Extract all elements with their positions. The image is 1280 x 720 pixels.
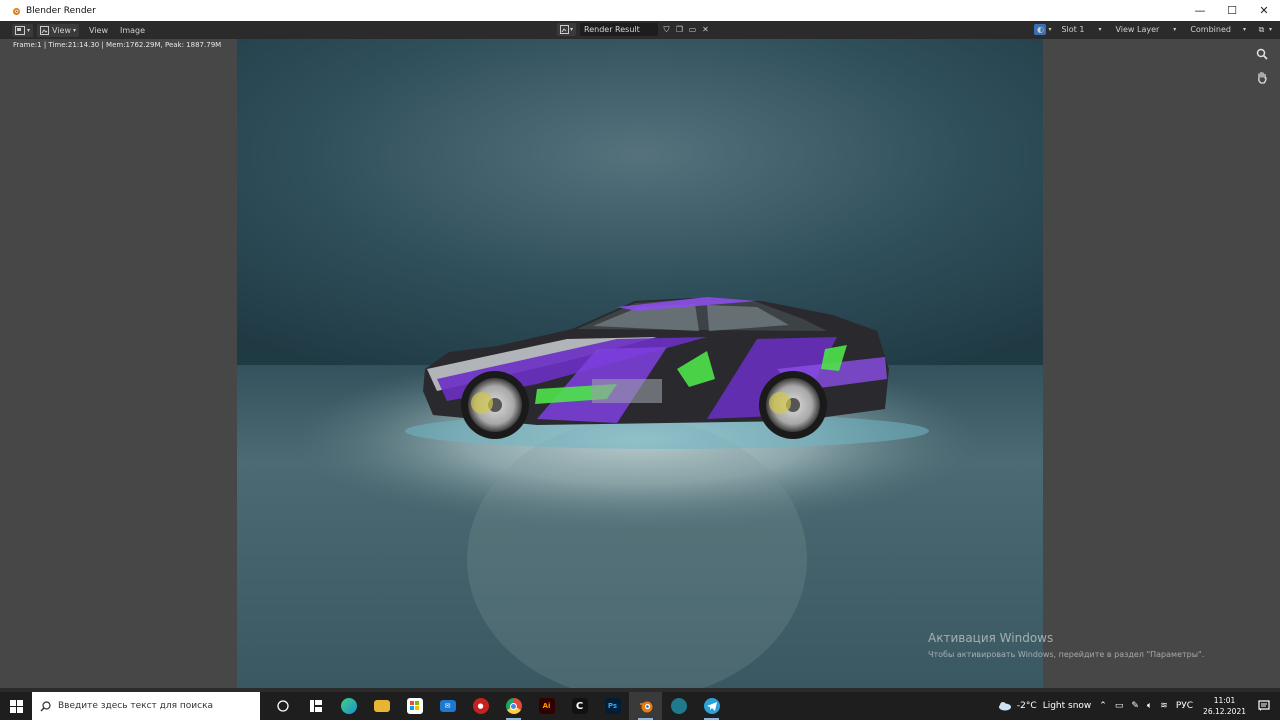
- windows-taskbar: Введите здесь текст для поиска ✉ ● Ai C …: [0, 692, 1280, 720]
- image-browse-icon: [560, 25, 569, 34]
- chevron-down-icon: ▾: [1268, 26, 1272, 33]
- widgets-icon: [309, 700, 322, 712]
- taskbar-app-widgets[interactable]: [299, 692, 332, 720]
- windows-activation-watermark: Активация Windows Чтобы активировать Win…: [928, 631, 1204, 659]
- windows-logo-icon: [9, 699, 23, 713]
- taskbar-app-red[interactable]: ●: [464, 692, 497, 720]
- view-mode-label: View: [52, 25, 71, 35]
- wifi-icon[interactable]: ≋: [1160, 701, 1168, 711]
- capcut-icon: C: [571, 698, 588, 714]
- pan-hand-icon[interactable]: [1254, 69, 1270, 85]
- activation-subtitle: Чтобы активировать Windows, перейдите в …: [928, 650, 1205, 659]
- system-tray: -2°C Light snow ⌃ ▭ ✎ 🔈︎ ≋ РУС 11:01 26.…: [994, 692, 1280, 720]
- notifications-icon[interactable]: [1258, 700, 1270, 712]
- taskbar-app-illustrator[interactable]: Ai: [530, 692, 563, 720]
- photoshop-icon: Ps: [604, 698, 621, 714]
- view-mode-dropdown[interactable]: View ▾: [37, 23, 80, 37]
- display-channels-icon[interactable]: ◐: [1034, 24, 1047, 35]
- taskbar-app-store[interactable]: [398, 692, 431, 720]
- taskbar-app-blender[interactable]: [629, 692, 662, 720]
- start-button[interactable]: [0, 692, 32, 720]
- weather-condition: Light snow: [1042, 701, 1092, 711]
- weather-widget[interactable]: -2°C Light snow: [998, 701, 1091, 711]
- search-icon: [32, 700, 58, 712]
- menu-view[interactable]: View: [89, 26, 108, 35]
- slot-label: Slot 1: [1061, 25, 1085, 34]
- taskbar-search-box[interactable]: Введите здесь текст для поиска: [32, 692, 260, 720]
- language-indicator[interactable]: РУС: [1176, 701, 1193, 711]
- new-image-icon[interactable]: ❐: [674, 24, 685, 35]
- chevron-down-icon: ▾: [27, 26, 31, 34]
- image-editor-header: ▾ View ▾ View Image ▾ Render Result ⛉ ❐ …: [0, 21, 1280, 39]
- task-view-icon: [276, 700, 289, 712]
- blender-icon: [639, 701, 652, 713]
- window-title: Blender Render: [26, 5, 96, 16]
- close-button[interactable]: ✕: [1248, 0, 1280, 21]
- mail-icon: ✉: [439, 700, 456, 712]
- taskbar-app-teal[interactable]: [662, 692, 695, 720]
- taskbar-clock[interactable]: 11:01 26.12.2021: [1203, 695, 1246, 717]
- chevron-down-icon: ▾: [1173, 26, 1177, 33]
- folder-icon: [373, 700, 390, 712]
- blender-logo-icon: [13, 7, 20, 15]
- menu-image[interactable]: Image: [120, 26, 145, 35]
- unlink-close-icon[interactable]: ✕: [700, 24, 711, 35]
- gizmo-toggle-icon[interactable]: ⧉: [1256, 24, 1267, 35]
- open-folder-icon[interactable]: ▭: [687, 24, 698, 35]
- taskbar-app-photoshop[interactable]: Ps: [596, 692, 629, 720]
- chevron-down-icon: ▾: [1242, 26, 1246, 33]
- chevron-down-icon: ▾: [1048, 26, 1052, 33]
- pen-icon[interactable]: ✎: [1131, 701, 1139, 711]
- app-teal-icon: [670, 698, 687, 714]
- search-placeholder: Введите здесь текст для поиска: [58, 701, 214, 711]
- task-view-button[interactable]: [266, 692, 299, 720]
- editor-type-selector[interactable]: ▾: [12, 23, 34, 37]
- app-red-icon: ●: [472, 698, 489, 714]
- navigation-gizmo: [1254, 46, 1270, 85]
- view-layer-dropdown[interactable]: View Layer ▾: [1111, 23, 1180, 36]
- taskbar-app-telegram[interactable]: [695, 692, 728, 720]
- illustrator-icon: Ai: [538, 698, 555, 714]
- fake-user-shield-icon[interactable]: ⛉: [661, 24, 672, 35]
- render-result-image: [237, 39, 1043, 688]
- chevron-down-icon: ▾: [570, 26, 574, 33]
- render-scene: [237, 39, 1043, 688]
- view-layer-label: View Layer: [1115, 25, 1160, 34]
- chevron-down-icon: ▾: [1098, 26, 1102, 33]
- window-titlebar: Blender Render — ☐ ✕: [0, 0, 1280, 21]
- taskbar-app-file-explorer[interactable]: [365, 692, 398, 720]
- taskbar-app-mail[interactable]: ✉: [431, 692, 464, 720]
- image-editor-icon: [15, 25, 25, 35]
- taskbar-apps: ✉ ● Ai C Ps: [266, 692, 728, 720]
- render-pass-dropdown[interactable]: Combined ▾: [1186, 23, 1250, 36]
- image-name-field[interactable]: Render Result: [580, 23, 659, 36]
- chevron-up-icon[interactable]: ⌃: [1099, 701, 1107, 711]
- taskbar-app-capcut[interactable]: C: [563, 692, 596, 720]
- taskbar-app-chrome[interactable]: [497, 692, 530, 720]
- edge-icon: [340, 698, 357, 714]
- weather-cloud-icon: [998, 702, 1011, 711]
- taskbar-app-edge[interactable]: [332, 692, 365, 720]
- render-pass-label: Combined: [1190, 25, 1231, 34]
- chrome-icon: [505, 698, 522, 714]
- render-stats: Frame:1 | Time:21:14.30 | Mem:1762.29M, …: [13, 41, 222, 49]
- network-icon[interactable]: ▭: [1115, 701, 1124, 711]
- chevron-down-icon: ▾: [73, 26, 77, 34]
- maximize-button[interactable]: ☐: [1216, 0, 1248, 21]
- weather-temp: -2°C: [1016, 701, 1037, 711]
- minimize-button[interactable]: —: [1184, 0, 1216, 21]
- activation-title: Активация Windows: [928, 631, 1054, 645]
- slot-dropdown[interactable]: Slot 1 ▾: [1057, 23, 1105, 36]
- image-viewport[interactable]: Frame:1 | Time:21:14.30 | Mem:1762.29M, …: [0, 39, 1280, 688]
- clock-date: 26.12.2021: [1203, 707, 1246, 716]
- telegram-icon: [703, 698, 720, 714]
- store-icon: [406, 698, 423, 714]
- zoom-icon[interactable]: [1254, 46, 1270, 62]
- volume-icon[interactable]: 🔈︎: [1147, 701, 1152, 711]
- browse-image-button[interactable]: ▾: [557, 23, 577, 36]
- view-mode-icon: [40, 25, 50, 35]
- clock-time: 11:01: [1213, 696, 1236, 705]
